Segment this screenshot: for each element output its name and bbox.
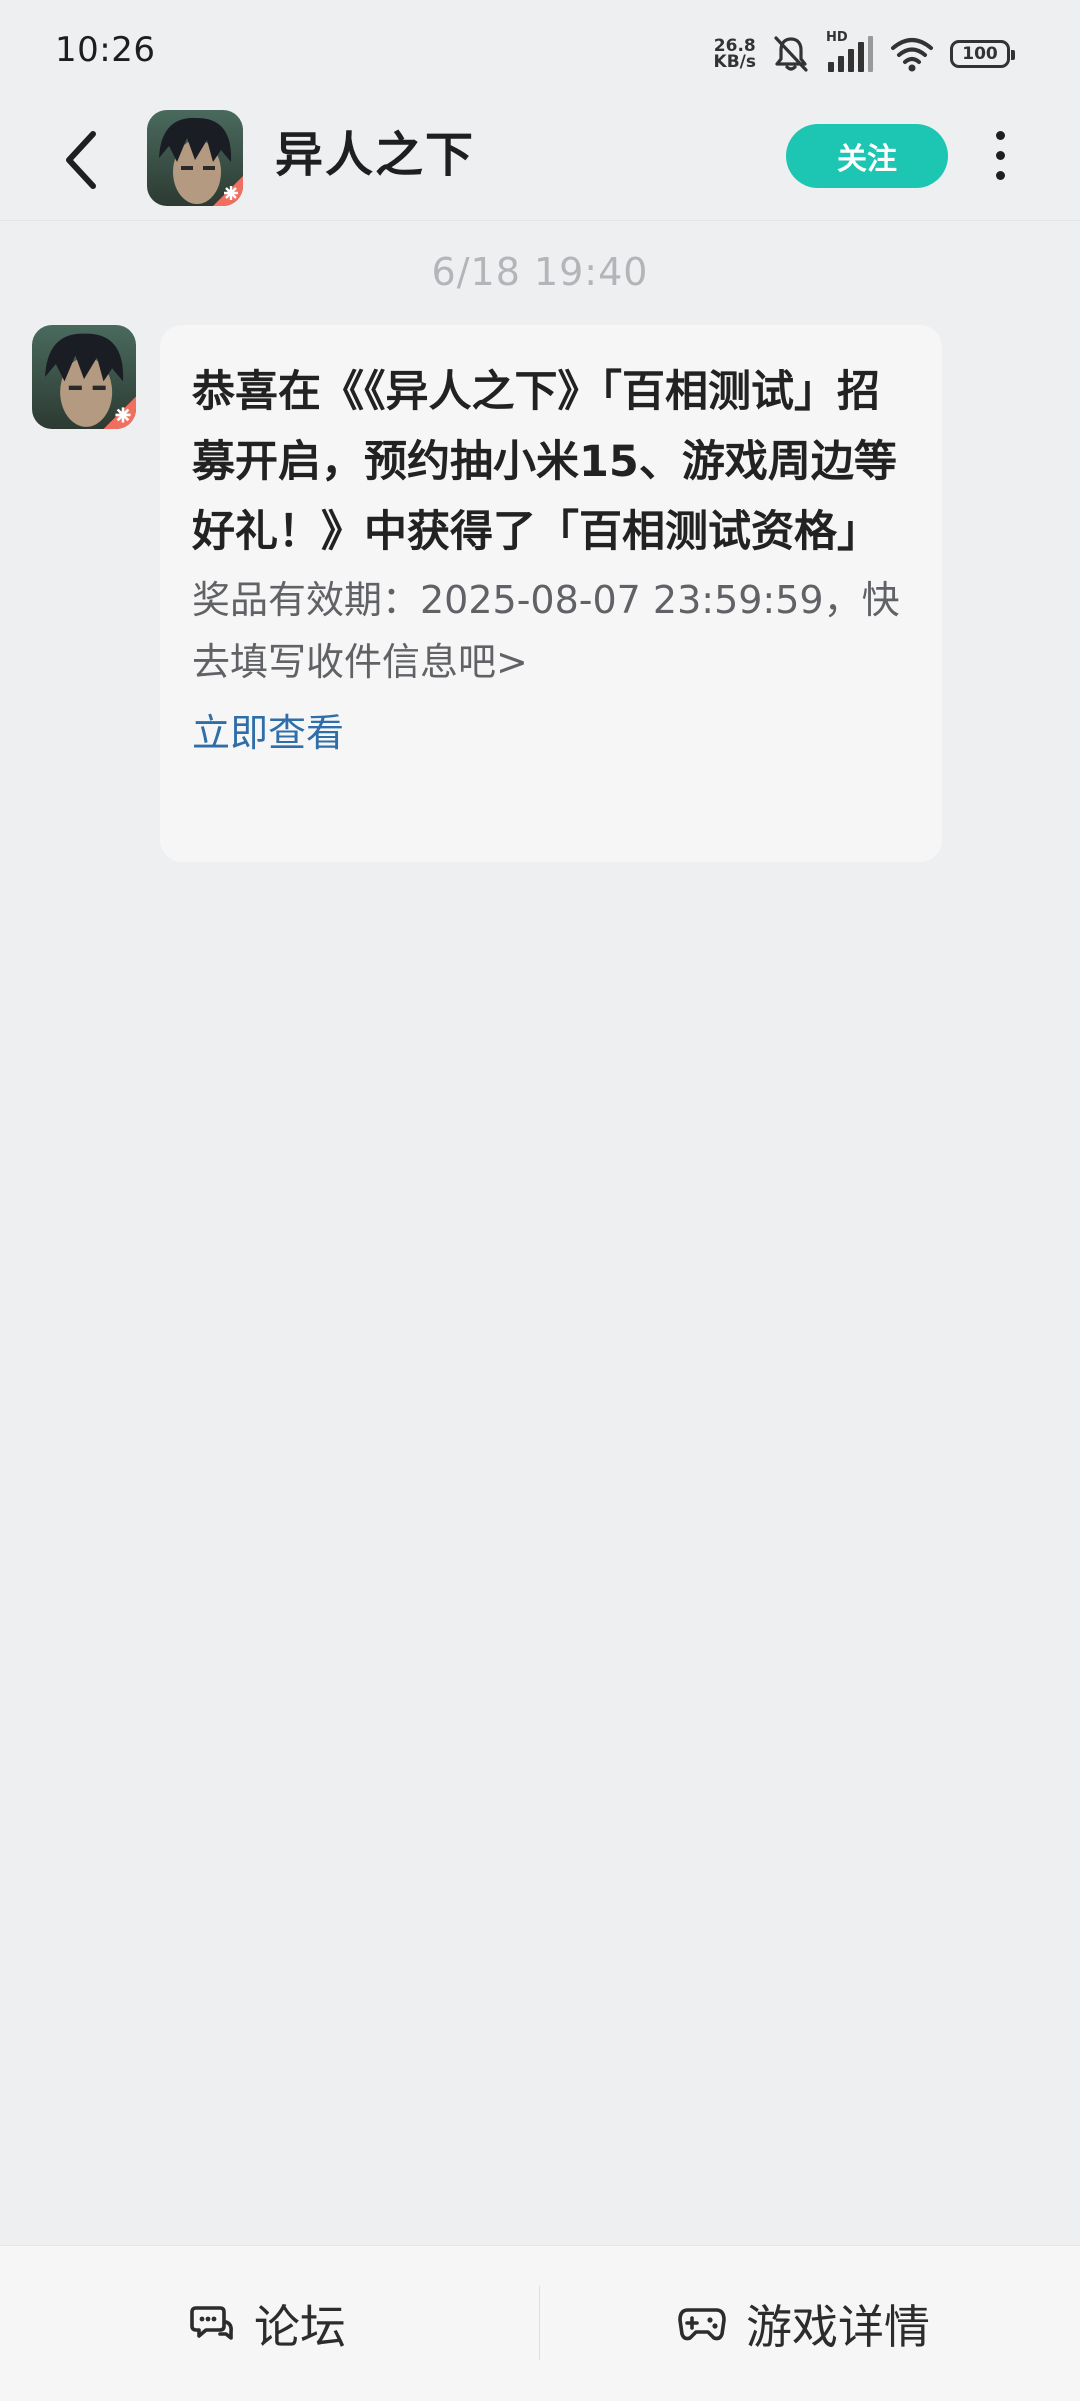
forum-label: 论坛: [254, 2299, 346, 2354]
signal-icon: HD: [826, 30, 874, 74]
bottom-bar: 论坛 游戏详情: [0, 2245, 1080, 2401]
chat-header: 异人之下 关注: [0, 100, 1080, 221]
game-details-label: 游戏详情: [746, 2299, 930, 2354]
message-timestamp: 6/18 19:40: [431, 250, 649, 294]
game-avatar-image: [32, 325, 136, 429]
battery-icon: 100: [950, 40, 1015, 68]
page-title: 异人之下: [275, 127, 476, 183]
game-avatar-image: [147, 110, 243, 206]
status-time: 10:26: [55, 30, 156, 70]
message-body[interactable]: 奖品有效期：2025-08-07 23:59:59，快去填写收件信息吧>: [192, 569, 912, 693]
back-button[interactable]: [48, 122, 114, 198]
game-details-button[interactable]: 游戏详情: [678, 2246, 930, 2401]
sender-avatar[interactable]: [32, 325, 136, 429]
message-bubble[interactable]: 恭喜在《《异人之下》「百相测试」招募开启，预约抽小米15、游戏周边等好礼！》中获…: [160, 325, 942, 862]
more-options-button[interactable]: [980, 120, 1020, 190]
status-icons: 26.8 KB/s HD 100: [713, 30, 1015, 76]
header-avatar[interactable]: [147, 110, 243, 206]
forum-button[interactable]: 论坛: [190, 2246, 346, 2401]
more-vertical-icon: [995, 170, 1005, 180]
bottom-divider: [539, 2286, 540, 2360]
network-badge: HD: [826, 30, 848, 45]
network-speed: 26.8 KB/s: [713, 38, 756, 72]
follow-button[interactable]: 关注: [786, 124, 948, 188]
wifi-icon: [890, 36, 934, 72]
gamepad-icon: [678, 2307, 726, 2340]
message-title: 恭喜在《《异人之下》「百相测试」招募开启，预约抽小米15、游戏周边等好礼！》中获…: [192, 367, 897, 557]
status-bar: 10:26 26.8 KB/s HD 100: [0, 0, 1080, 110]
back-arrow-icon: [66, 131, 96, 189]
network-speed-unit: KB/s: [713, 52, 756, 72]
more-vertical-icon: [995, 150, 1005, 160]
mute-bell-icon: [772, 34, 810, 74]
more-vertical-icon: [995, 130, 1005, 140]
battery-level: 100: [962, 44, 998, 64]
view-now-link[interactable]: 立即查看: [192, 705, 912, 761]
forum-chat-icon: [190, 2305, 233, 2340]
